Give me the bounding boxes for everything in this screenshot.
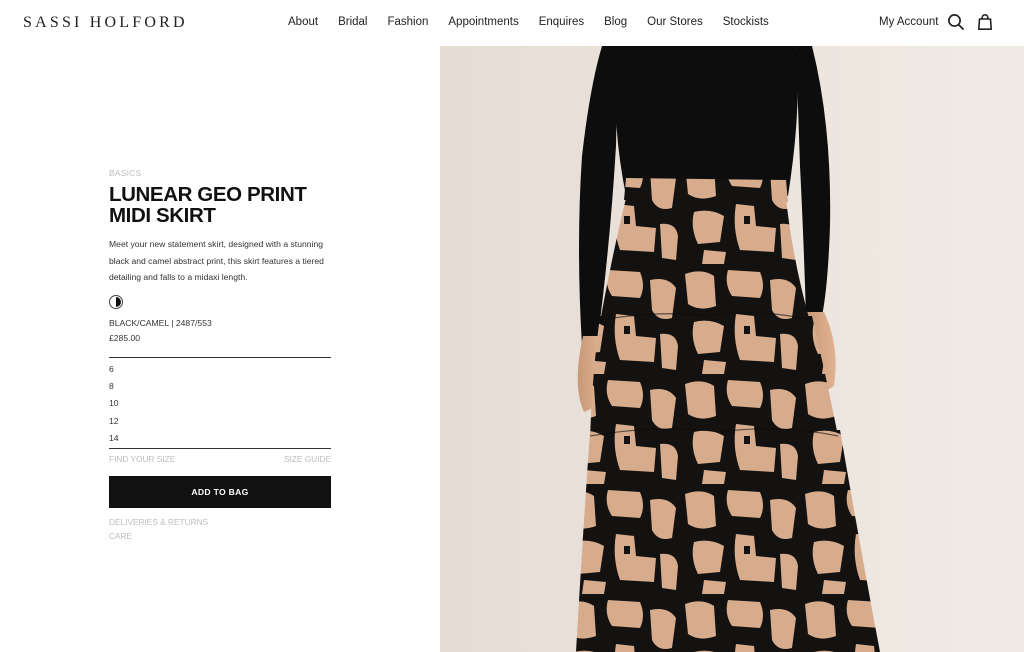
product-photo-illustration <box>440 46 1024 652</box>
size-option-14[interactable]: 14 <box>109 430 331 447</box>
shopping-bag-icon[interactable] <box>976 13 994 31</box>
size-option-10[interactable]: 10 <box>109 395 331 412</box>
care-link[interactable]: CARE <box>109 531 132 541</box>
product-description: Meet your new statement skirt, designed … <box>109 239 324 282</box>
product-title: LUNEAR GEO PRINT MIDI SKIRT <box>109 183 307 227</box>
nav-item-enquires[interactable]: Enquires <box>539 16 584 28</box>
product-image <box>440 46 1024 652</box>
my-account-link[interactable]: My Account <box>879 16 938 28</box>
nav-item-about[interactable]: About <box>288 16 318 28</box>
size-helpers: FIND YOUR SIZE SIZE GUIDE <box>109 454 331 464</box>
color-name: BLACK/CAMEL <box>109 318 169 328</box>
find-your-size-link[interactable]: FIND YOUR SIZE <box>109 454 175 464</box>
add-to-bag-button[interactable]: ADD TO BAG <box>109 476 331 508</box>
nav-item-our-stores[interactable]: Our Stores <box>647 16 703 28</box>
size-guide-link[interactable]: SIZE GUIDE <box>284 454 331 464</box>
color-swatch[interactable] <box>109 295 123 309</box>
size-option-8[interactable]: 8 <box>109 378 331 395</box>
nav-item-appointments[interactable]: Appointments <box>448 16 518 28</box>
size-option-6[interactable]: 6 <box>109 361 331 378</box>
size-option-12[interactable]: 12 <box>109 413 331 430</box>
nav-item-fashion[interactable]: Fashion <box>387 16 428 28</box>
swatch-dark-half <box>116 297 121 307</box>
product-price: £285.00 <box>109 333 141 343</box>
size-selector: 6 8 10 12 14 <box>109 357 331 449</box>
search-icon[interactable] <box>947 13 965 31</box>
nav-item-stockists[interactable]: Stockists <box>723 16 769 28</box>
color-sku-line: BLACK/CAMEL | 2487/553 <box>109 318 212 328</box>
product-sku: 2487/553 <box>175 318 212 328</box>
brand-logo[interactable]: SASSI HOLFORD <box>23 14 188 32</box>
nav-item-bridal[interactable]: Bridal <box>338 16 367 28</box>
nav-item-blog[interactable]: Blog <box>604 16 627 28</box>
main-nav: About Bridal Fashion Appointments Enquir… <box>288 16 769 28</box>
product-category[interactable]: BASICS <box>109 168 141 178</box>
site-header: SASSI HOLFORD About Bridal Fashion Appoi… <box>0 0 1024 46</box>
deliveries-returns-link[interactable]: DELIVERIES & RETURNS <box>109 517 208 527</box>
